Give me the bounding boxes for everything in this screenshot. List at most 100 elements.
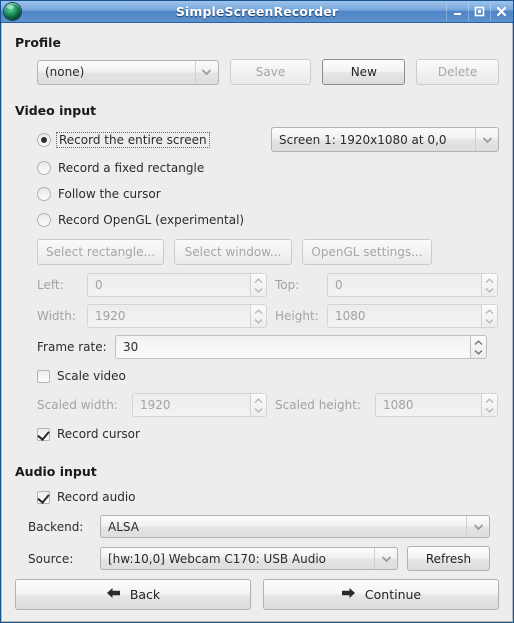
height-input: 1080	[327, 304, 481, 328]
chevron-up-icon	[254, 276, 263, 285]
scaled-height-label: Scaled height:	[275, 398, 362, 412]
source-combo-value: [hw:10,0] Webcam C170: USB Audio	[108, 551, 327, 566]
height-stepper	[481, 304, 498, 328]
scaled-width-input: 1920	[132, 393, 250, 417]
chevron-up-icon	[485, 396, 494, 405]
left-input: 0	[87, 273, 250, 297]
capture-buttons-row: Select rectangle... Select window... Ope…	[15, 239, 499, 265]
arrow-left-icon	[106, 587, 121, 602]
profile-combo-value: (none)	[45, 65, 85, 79]
scaled-height-stepper	[481, 393, 498, 417]
chevron-down-icon	[466, 516, 489, 537]
select-window-button: Select window...	[174, 239, 292, 265]
record-cursor-row[interactable]: Record cursor	[15, 425, 499, 443]
radio-follow-the-cursor[interactable]	[37, 187, 51, 201]
scaled-height-input: 1080	[375, 393, 481, 417]
scale-video-label[interactable]: Scale video	[57, 369, 126, 383]
scaled-width-stepper	[250, 393, 267, 417]
scale-video-row[interactable]: Scale video	[15, 367, 499, 385]
top-label: Top:	[275, 278, 300, 292]
left-top-row: Left: 0 Top: 0	[15, 273, 499, 297]
chevron-up-icon[interactable]	[474, 338, 483, 347]
checkbox-scale-video[interactable]	[37, 369, 50, 383]
application-window: SimpleScreenRecorder Profile (none) Save…	[0, 0, 514, 623]
chevron-down-icon	[475, 128, 498, 151]
chevron-down-icon	[485, 285, 494, 294]
chevron-down-icon	[374, 548, 397, 569]
client-area: Profile (none) Save New Delete Video inp…	[1, 23, 513, 622]
backend-combo-value: ALSA	[108, 519, 139, 534]
chevron-down-icon	[485, 316, 494, 325]
chevron-down-icon	[254, 316, 263, 325]
video-input-heading: Video input	[15, 103, 97, 118]
radio-record-opengl[interactable]	[37, 213, 51, 227]
record-cursor-label[interactable]: Record cursor	[57, 427, 140, 441]
chevron-down-icon	[254, 285, 263, 294]
width-height-row: Width: 1920 Height: 1080	[15, 304, 499, 328]
frame-rate-label: Frame rate:	[37, 340, 107, 354]
chevron-up-icon	[485, 307, 494, 316]
video-option-row-1[interactable]: Record a fixed rectangle	[15, 158, 499, 178]
chevron-up-icon	[485, 276, 494, 285]
profile-heading: Profile	[15, 35, 61, 50]
radio-record-entire-screen[interactable]	[37, 132, 51, 147]
width-stepper	[250, 304, 267, 328]
checkbox-record-audio[interactable]	[37, 490, 50, 504]
frame-rate-stepper[interactable]	[470, 335, 487, 359]
refresh-button[interactable]: Refresh	[407, 546, 490, 571]
continue-button-label: Continue	[364, 587, 422, 602]
close-icon[interactable]	[490, 2, 511, 21]
chevron-up-icon	[254, 396, 263, 405]
footer-buttons: Back Continue	[15, 579, 499, 610]
chevron-up-icon	[254, 307, 263, 316]
left-stepper	[250, 273, 267, 297]
delete-button: Delete	[416, 59, 500, 85]
top-input: 0	[327, 273, 481, 297]
video-option-row-2[interactable]: Follow the cursor	[15, 184, 499, 204]
source-row: Source: [hw:10,0] Webcam C170: USB Audio…	[28, 546, 499, 571]
new-button[interactable]: New	[322, 59, 406, 85]
chevron-down-icon	[194, 60, 218, 84]
radio-label-record-entire-screen[interactable]: Record the entire screen	[56, 131, 210, 148]
arrow-right-icon	[341, 587, 356, 602]
video-option-row-0[interactable]: Record the entire screen Screen 1: 1920x…	[15, 127, 499, 152]
maximize-icon[interactable]	[468, 2, 489, 21]
backend-combo[interactable]: ALSA	[100, 515, 490, 538]
chevron-down-icon[interactable]	[474, 347, 483, 356]
chevron-down-icon	[485, 405, 494, 414]
frame-rate-row: Frame rate: 30	[15, 335, 499, 359]
radio-label-follow-the-cursor[interactable]: Follow the cursor	[58, 187, 161, 201]
window-controls	[446, 2, 511, 21]
checkbox-record-cursor[interactable]	[37, 427, 50, 441]
width-label: Width:	[37, 309, 76, 323]
radio-label-record-opengl[interactable]: Record OpenGL (experimental)	[58, 213, 244, 227]
back-button[interactable]: Back	[15, 579, 251, 610]
profile-combo[interactable]: (none)	[37, 59, 219, 85]
audio-input-heading: Audio input	[15, 464, 97, 479]
record-audio-row[interactable]: Record audio	[15, 488, 499, 506]
backend-row: Backend: ALSA	[28, 515, 499, 538]
source-label: Source:	[28, 551, 74, 566]
back-button-label: Back	[129, 587, 161, 602]
record-audio-label[interactable]: Record audio	[57, 490, 136, 504]
screen-select-combo[interactable]: Screen 1: 1920x1080 at 0,0	[271, 127, 499, 152]
chevron-down-icon	[254, 405, 263, 414]
opengl-settings-button: OpenGL settings...	[302, 239, 432, 265]
scaled-size-row: Scaled width: 1920 Scaled height: 1080	[15, 393, 499, 417]
source-combo[interactable]: [hw:10,0] Webcam C170: USB Audio	[100, 547, 398, 570]
frame-rate-input[interactable]: 30	[115, 335, 470, 359]
scaled-width-label: Scaled width:	[37, 398, 118, 412]
minimize-icon[interactable]	[446, 2, 467, 21]
save-button: Save	[229, 59, 312, 85]
select-rectangle-button: Select rectangle...	[37, 239, 164, 265]
radio-record-fixed-rectangle[interactable]	[37, 161, 51, 175]
radio-label-record-fixed-rectangle[interactable]: Record a fixed rectangle	[58, 161, 204, 175]
profile-row: (none) Save New Delete	[37, 59, 500, 85]
screen-select-value: Screen 1: 1920x1080 at 0,0	[279, 132, 447, 147]
app-globe-icon	[4, 3, 21, 20]
backend-label: Backend:	[28, 519, 84, 534]
video-option-row-3[interactable]: Record OpenGL (experimental)	[15, 210, 499, 230]
continue-button[interactable]: Continue	[263, 579, 499, 610]
width-input: 1920	[87, 304, 250, 328]
title-bar[interactable]: SimpleScreenRecorder	[1, 1, 513, 23]
